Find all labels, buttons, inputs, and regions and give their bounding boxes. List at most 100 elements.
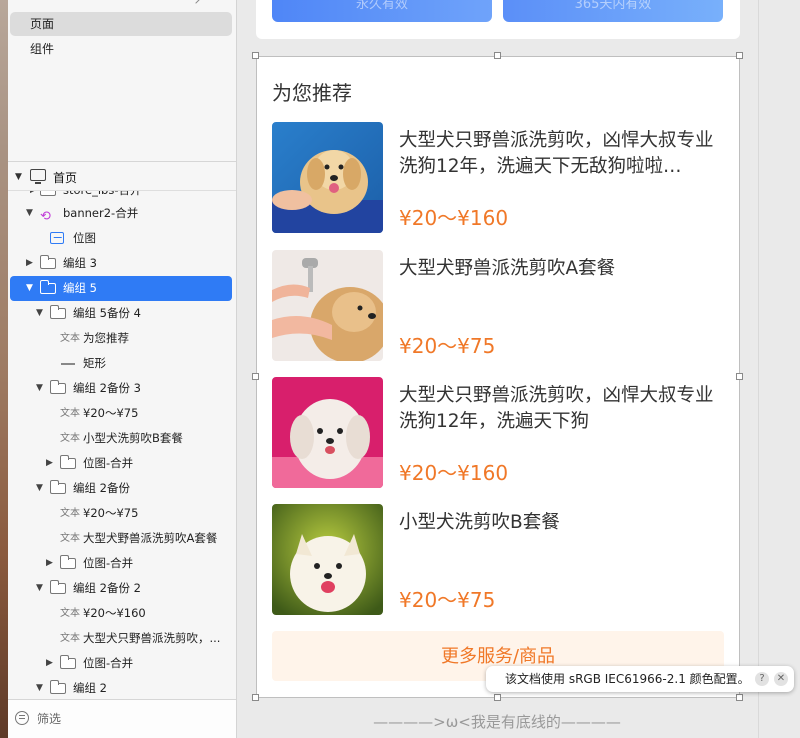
resize-handle[interactable] (252, 373, 259, 380)
layer-row[interactable]: 文本 ¥20～¥75 (8, 401, 236, 426)
resize-handle[interactable] (736, 694, 743, 701)
resize-handle[interactable] (494, 694, 501, 701)
folder-icon (50, 380, 66, 394)
layer-label: 大型犬只野兽派洗剪吹，... (83, 631, 221, 645)
disclosure-triangle-icon[interactable]: ▶ (46, 551, 53, 576)
item-price: ¥20～¥160 (399, 206, 509, 230)
folder-icon (40, 191, 56, 196)
resize-handle[interactable] (494, 52, 501, 59)
white-fluffy-dog-photo (272, 377, 383, 488)
pomeranian-photo (272, 504, 383, 615)
dog-bath-photo (272, 250, 383, 361)
text-layer-icon: 文本 (60, 608, 80, 619)
list-item[interactable]: 大型犬只野兽派洗剪吹，凶悍大叔专业洗狗12年，洗遍天下狗 ¥20～¥160 (272, 377, 724, 488)
monitor-icon (30, 169, 46, 184)
disclosure-triangle-icon[interactable]: ▼ (15, 172, 22, 182)
filter-bar[interactable]: 筛选 (8, 699, 236, 738)
list-item[interactable]: 大型犬野兽派洗剪吹A套餐 ¥20～¥75 (272, 250, 724, 361)
layer-row[interactable]: 文本 大型犬野兽派洗剪吹A套餐 (8, 526, 236, 551)
text-layer-icon: 文本 (60, 408, 80, 419)
page-item-pages[interactable]: 页面 (10, 12, 232, 36)
layer-row[interactable]: ▼ 编组 2备份 3 (8, 376, 236, 401)
layer-row[interactable]: ▶ 位图-合并 (8, 551, 236, 576)
filter-icon (15, 711, 29, 725)
membership-button-365[interactable]: 365天内有效 (503, 0, 723, 22)
layer-row[interactable]: 文本 ¥20～¥160 (8, 601, 236, 626)
layer-label: 编组 2备份 3 (73, 381, 141, 395)
disclosure-triangle-icon[interactable]: ▼ (36, 576, 43, 601)
disclosure-triangle-icon[interactable]: ▼ (26, 276, 33, 301)
recommend-card[interactable]: 为您推荐 大型犬只野兽派洗剪吹，凶悍大叔专业洗狗12年，洗遍天下无敌狗啦啦… ¥… (256, 56, 740, 698)
layer-row[interactable]: 矩形 (8, 351, 236, 376)
golden-retriever-photo (272, 122, 383, 233)
folder-icon (40, 255, 56, 269)
artboard-top-section: 永久有效 365天内有效 (256, 0, 740, 39)
collapse-chevron-icon[interactable] (190, 0, 202, 4)
resize-handle[interactable] (736, 373, 743, 380)
layer-label: 小型犬洗剪吹B套餐 (83, 431, 183, 445)
text-layer-icon: 文本 (60, 333, 80, 344)
close-icon[interactable]: ✕ (774, 672, 788, 686)
layer-row[interactable]: ▶ 编组 3 (8, 251, 236, 276)
folder-icon (50, 580, 66, 594)
layer-row[interactable]: 文本 ¥20～¥75 (8, 501, 236, 526)
disclosure-triangle-icon[interactable]: ▼ (36, 301, 43, 326)
layer-row[interactable]: ▼ 编组 2备份 (8, 476, 236, 501)
list-item[interactable]: 小型犬洗剪吹B套餐 ¥20～¥75 (272, 504, 724, 615)
layer-row[interactable]: 文本 小型犬洗剪吹B套餐 (8, 426, 236, 451)
design-canvas[interactable]: 永久有效 365天内有效 为您推荐 大型犬只野兽派洗剪吹，凶悍大叔专业洗狗12年… (237, 0, 800, 738)
layer-row[interactable]: 文本 大型犬只野兽派洗剪吹，... (8, 626, 236, 651)
folder-icon (50, 680, 66, 694)
layer-label: ¥20～¥160 (83, 606, 146, 620)
layer-row-selected[interactable]: ▼ 编组 5 (10, 276, 232, 301)
resize-handle[interactable] (252, 52, 259, 59)
list-item[interactable]: 大型犬只野兽派洗剪吹，凶悍大叔专业洗狗12年，洗遍天下无敌狗啦啦… ¥20～¥1… (272, 122, 724, 233)
layer-row[interactable]: 位图 (8, 226, 236, 251)
item-price: ¥20～¥75 (399, 334, 496, 358)
layer-label: 为您推荐 (83, 331, 129, 345)
layer-row[interactable]: ▶ 位图-合并 (8, 451, 236, 476)
disclosure-triangle-icon[interactable]: ▶ (26, 251, 33, 276)
page-item-components[interactable]: 组件 (10, 37, 232, 61)
layer-label: 位图-合并 (83, 456, 134, 470)
bottom-end-text: ————>ω<我是有底线的———— (373, 713, 621, 731)
text-layer-icon: 文本 (60, 433, 80, 444)
text-layer-icon: 文本 (60, 508, 80, 519)
layer-row[interactable]: ▶ 位图-合并 (8, 651, 236, 676)
text-layer-icon: 文本 (60, 533, 80, 544)
section-title: 为您推荐 (272, 81, 352, 105)
disclosure-triangle-icon[interactable]: ▼ (26, 201, 33, 226)
layer-label: 位图-合并 (83, 556, 134, 570)
layer-tree: ▶ store_lbs-合并 ▼ ⟲ banner2-合并 位图 ▶ 编组 3 … (8, 191, 236, 699)
disclosure-triangle-icon[interactable]: ▼ (36, 676, 43, 699)
layer-label: 编组 5备份 4 (73, 306, 141, 320)
layer-label: ¥20～¥75 (83, 406, 139, 420)
item-title: 大型犬野兽派洗剪吹A套餐 (399, 258, 616, 279)
filter-label: 筛选 (37, 712, 62, 726)
membership-button-permanent[interactable]: 永久有效 (272, 0, 492, 22)
artboard-edge-line (758, 0, 759, 738)
resize-handle[interactable] (252, 694, 259, 701)
disclosure-triangle-icon[interactable]: ▶ (46, 451, 53, 476)
layer-label: 位图-合并 (83, 656, 134, 670)
layer-label: 编组 5 (63, 281, 97, 295)
text-layer-icon: 文本 (60, 633, 80, 644)
help-icon[interactable]: ? (755, 672, 769, 686)
layer-label: 位图 (73, 231, 96, 245)
item-title: 大型犬只野兽派洗剪吹，凶悍大叔专业洗狗12年，洗遍天下狗 (399, 385, 714, 432)
disclosure-triangle-icon[interactable]: ▼ (36, 476, 43, 501)
layer-row[interactable]: 文本 为您推荐 (8, 326, 236, 351)
layer-row[interactable]: ▼ 编组 2备份 2 (8, 576, 236, 601)
resize-handle[interactable] (736, 52, 743, 59)
item-price: ¥20～¥75 (399, 588, 496, 612)
disclosure-triangle-icon[interactable]: ▼ (36, 376, 43, 401)
artboard-header[interactable]: ▼ 首页 (8, 161, 236, 191)
disclosure-triangle-icon[interactable]: ▶ (46, 651, 53, 676)
layer-row[interactable]: ▼ ⟲ banner2-合并 (8, 201, 236, 226)
layer-row[interactable]: ▼ 编组 2 (8, 676, 236, 699)
item-price: ¥20～¥160 (399, 461, 509, 485)
layer-row[interactable]: ▼ 编组 5备份 4 (8, 301, 236, 326)
toast-text: 该文档使用 sRGB IEC61966-2.1 颜色配置。 (505, 672, 750, 686)
folder-icon (40, 280, 56, 294)
layer-label: 编组 2备份 (73, 481, 130, 495)
